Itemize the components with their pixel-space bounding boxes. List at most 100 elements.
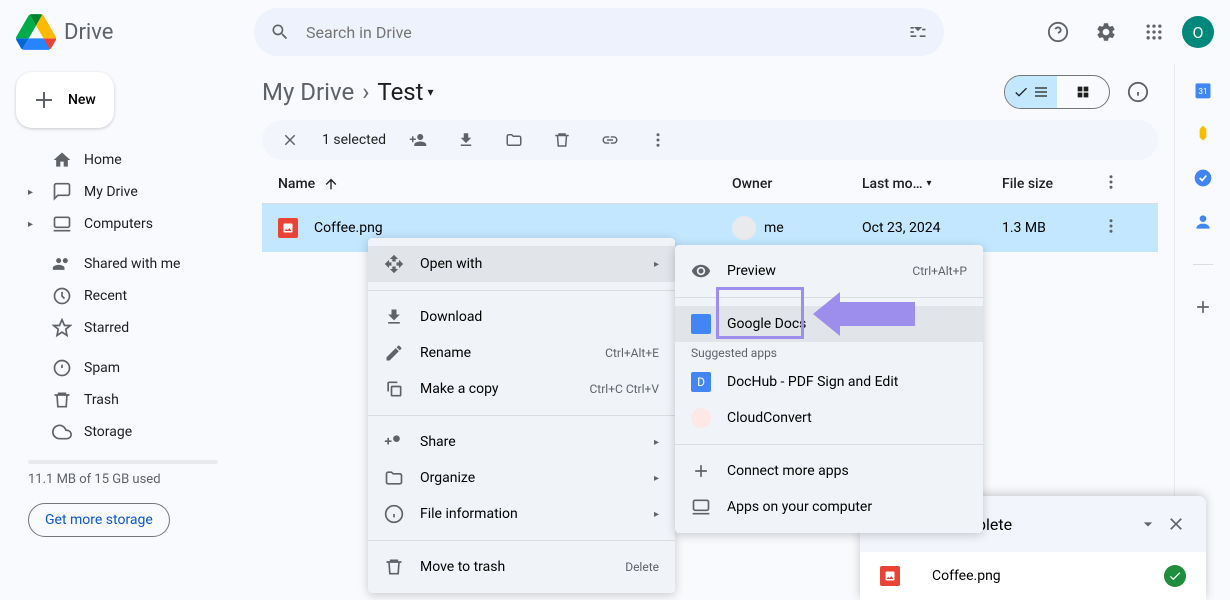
submenu-computer-apps[interactable]: Apps on your computer: [675, 489, 983, 525]
close-icon[interactable]: [1166, 514, 1186, 534]
more-vert-icon[interactable]: [1102, 217, 1120, 235]
submenu-cloudconvert[interactable]: CloudConvert: [675, 400, 983, 436]
menu-label: Move to trash: [420, 559, 505, 575]
get-storage-button[interactable]: Get more storage: [28, 503, 170, 537]
selection-count: 1 selected: [322, 132, 386, 148]
col-owner[interactable]: Owner: [732, 176, 862, 192]
view-toggle: [1004, 75, 1110, 109]
apps-button[interactable]: [1134, 12, 1174, 52]
edit-icon: [384, 343, 404, 363]
col-size[interactable]: File size: [1002, 176, 1102, 192]
menu-move-trash[interactable]: Move to trash Delete: [368, 549, 675, 585]
shortcut: Delete: [625, 560, 659, 574]
keep-icon[interactable]: [1193, 124, 1213, 144]
share-button[interactable]: [402, 124, 434, 156]
sort-arrow-icon[interactable]: [323, 176, 339, 192]
menu-rename[interactable]: RenameCtrl+Alt+E: [368, 335, 675, 371]
menu-label: Organize: [420, 470, 475, 486]
menu-download[interactable]: Download: [368, 299, 675, 335]
more-button[interactable]: [642, 124, 674, 156]
sidebar-item-spam[interactable]: Spam: [16, 352, 230, 384]
submenu-section-label: Suggested apps: [675, 342, 983, 364]
plus-icon: [32, 88, 56, 112]
drive-logo-icon: [16, 12, 56, 52]
sidebar-item-storage[interactable]: Storage: [16, 416, 230, 448]
folder-move-icon: [505, 131, 523, 149]
col-name[interactable]: Name: [278, 176, 315, 192]
clear-selection-button[interactable]: [274, 124, 306, 156]
link-button[interactable]: [594, 124, 626, 156]
calendar-icon[interactable]: 31: [1193, 80, 1213, 100]
delete-button[interactable]: [546, 124, 578, 156]
user-avatar[interactable]: O: [1182, 16, 1214, 48]
logo-area[interactable]: Drive: [16, 12, 246, 52]
sidebar-item-shared[interactable]: Shared with me: [16, 248, 230, 280]
sidebar-item-starred[interactable]: Starred: [16, 312, 230, 344]
search-input[interactable]: [306, 23, 892, 42]
search-bar[interactable]: [254, 8, 944, 56]
menu-label: Make a copy: [420, 381, 499, 397]
menu-file-info[interactable]: File information▸: [368, 496, 675, 532]
sidebar-item-home[interactable]: Home: [16, 144, 230, 176]
grid-view-button[interactable]: [1057, 76, 1109, 108]
toast-file-item[interactable]: Coffee.png: [860, 552, 1206, 600]
move-button[interactable]: [498, 124, 530, 156]
more-vert-icon: [649, 131, 667, 149]
people-icon: [52, 254, 72, 274]
chevron-down-icon[interactable]: ▾: [927, 178, 932, 189]
file-size: 1.3 MB: [1002, 220, 1102, 236]
trash-icon: [384, 557, 404, 577]
col-modified[interactable]: Last mo…: [862, 176, 923, 192]
submenu-google-docs[interactable]: Google Docs: [675, 306, 983, 342]
info-button[interactable]: [1118, 72, 1158, 112]
tasks-icon[interactable]: [1193, 168, 1213, 188]
list-icon: [1033, 84, 1049, 100]
nav-label: Trash: [84, 392, 119, 408]
dochub-icon: D: [691, 372, 711, 392]
submenu-preview[interactable]: PreviewCtrl+Alt+P: [675, 253, 983, 289]
trash-icon: [553, 131, 571, 149]
sidebar-item-computers[interactable]: ▸Computers: [16, 208, 230, 240]
nav-label: My Drive: [84, 184, 138, 200]
chevron-down-icon: ▾: [428, 85, 434, 99]
docs-icon: [691, 314, 711, 334]
help-button[interactable]: [1038, 12, 1078, 52]
trash-icon: [52, 390, 72, 410]
new-button[interactable]: New: [16, 72, 114, 128]
chevron-down-icon[interactable]: [1138, 514, 1158, 534]
settings-button[interactable]: [1086, 12, 1126, 52]
download-button[interactable]: [450, 124, 482, 156]
selection-bar: 1 selected: [262, 120, 1158, 160]
breadcrumb-parent[interactable]: My Drive: [262, 78, 354, 106]
search-options-icon[interactable]: [908, 22, 928, 42]
breadcrumb-current[interactable]: Test ▾: [377, 78, 433, 106]
menu-label: Google Docs: [727, 316, 806, 332]
sidebar-item-trash[interactable]: Trash: [16, 384, 230, 416]
menu-label: Preview: [727, 263, 776, 279]
menu-label: Share: [420, 434, 456, 450]
submenu-connect-apps[interactable]: Connect more apps: [675, 453, 983, 489]
cloud-icon: [52, 422, 72, 442]
download-icon: [457, 131, 475, 149]
info-icon: [1127, 81, 1149, 103]
chevron-right-icon: ▸: [654, 259, 659, 270]
list-view-button[interactable]: [1005, 76, 1057, 108]
contacts-icon[interactable]: [1193, 212, 1213, 232]
menu-open-with[interactable]: Open with▸: [368, 246, 675, 282]
sidebar-item-recent[interactable]: Recent: [16, 280, 230, 312]
copy-icon: [384, 379, 404, 399]
plus-icon: [691, 461, 711, 481]
menu-organize[interactable]: Organize▸: [368, 460, 675, 496]
share-icon: [384, 432, 404, 452]
plus-icon[interactable]: [1193, 297, 1213, 317]
storage-text: 11.1 MB of 15 GB used: [28, 472, 218, 487]
submenu-dochub[interactable]: DDocHub - PDF Sign and Edit: [675, 364, 983, 400]
nav-label: Starred: [84, 320, 129, 336]
sidebar-item-mydrive[interactable]: ▸My Drive: [16, 176, 230, 208]
menu-share[interactable]: Share▸: [368, 424, 675, 460]
clock-icon: [52, 286, 72, 306]
menu-make-copy[interactable]: Make a copyCtrl+C Ctrl+V: [368, 371, 675, 407]
nav-label: Recent: [84, 288, 127, 304]
more-vert-icon[interactable]: [1102, 173, 1120, 191]
home-icon: [52, 150, 72, 170]
